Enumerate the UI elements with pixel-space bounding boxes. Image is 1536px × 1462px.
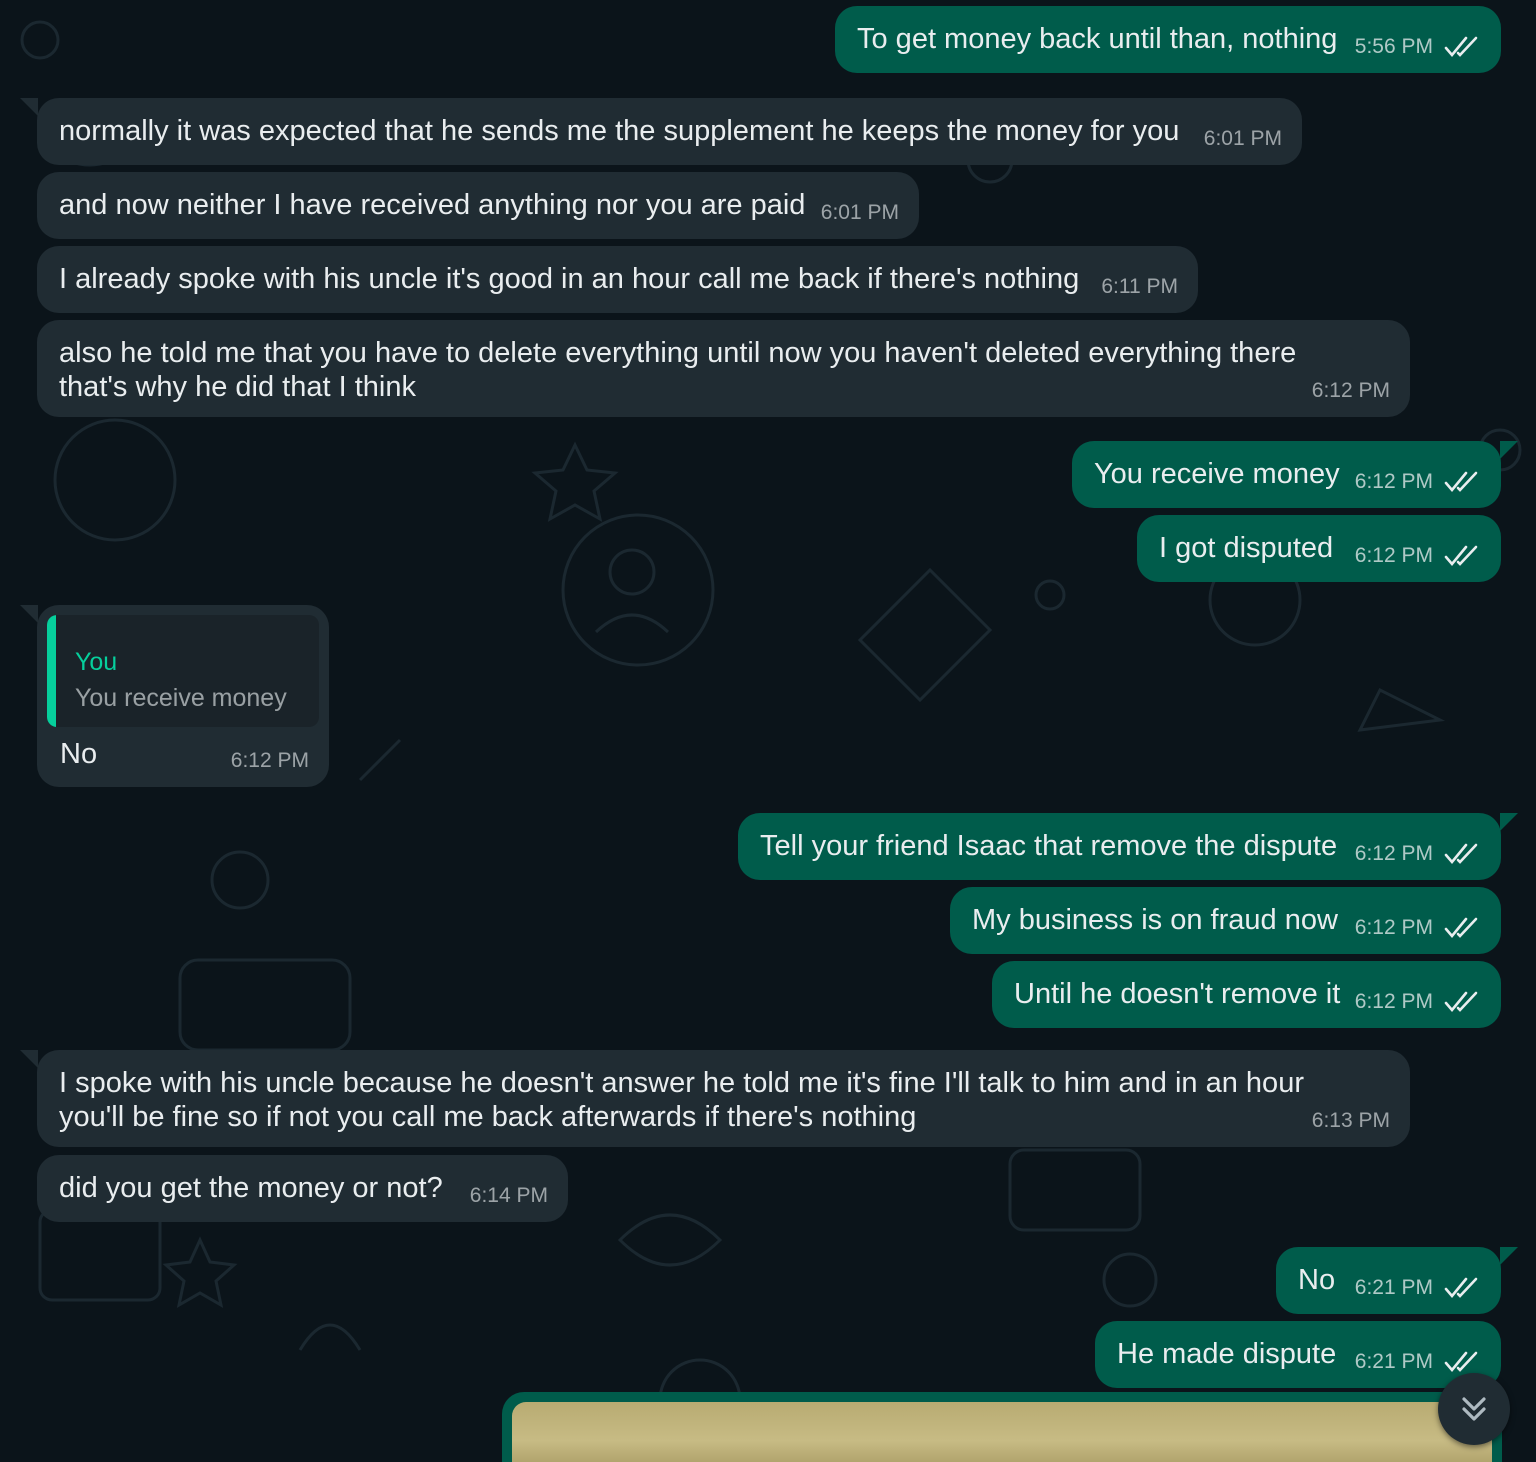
outgoing-message[interactable]: To get money back until than, nothing 5:… — [835, 6, 1501, 73]
message-time: 6:13 PM — [1311, 1109, 1390, 1132]
double-check-icon — [1444, 1277, 1478, 1299]
message-meta: 5:56 PM — [1355, 35, 1481, 59]
incoming-message[interactable]: also he told me that you have to delete … — [37, 320, 1410, 417]
message-time: 6:21 PM — [1354, 1350, 1433, 1373]
message-meta: 6:21 PM — [1355, 1350, 1481, 1374]
double-check-icon — [1444, 1351, 1478, 1373]
outgoing-message[interactable]: You receive money 6:12 PM — [1072, 441, 1501, 508]
double-check-icon — [1444, 917, 1478, 939]
message-time: 6:21 PM — [1354, 1276, 1433, 1299]
quote-author: You — [75, 648, 118, 676]
quote-text: You receive money — [75, 684, 287, 712]
incoming-message[interactable]: I spoke with his uncle because he doesn'… — [37, 1050, 1410, 1147]
message-meta: 6:01 PM — [821, 201, 899, 225]
bubble-tail — [1500, 1247, 1518, 1265]
bubble-tail — [1500, 441, 1518, 459]
message-meta: 6:13 PM — [1312, 1109, 1390, 1133]
message-time: 6:12 PM — [230, 749, 309, 772]
message-time: 6:01 PM — [1203, 127, 1282, 150]
message-meta: 6:11 PM — [1101, 275, 1178, 299]
message-time: 6:12 PM — [1354, 544, 1433, 567]
message-meta: 6:12 PM — [1355, 842, 1481, 866]
message-text: also he told me that you have to delete … — [59, 337, 1297, 403]
incoming-message[interactable]: normally it was expected that he sends m… — [37, 98, 1302, 165]
message-meta: 6:12 PM — [1355, 544, 1481, 568]
message-meta: 6:12 PM — [1355, 916, 1481, 940]
message-text: No — [60, 738, 98, 770]
message-time: 6:12 PM — [1354, 842, 1433, 865]
message-time: 6:14 PM — [469, 1184, 548, 1207]
outgoing-message[interactable]: Until he doesn't remove it 6:12 PM — [992, 961, 1501, 1028]
message-text: and now neither I have received anything… — [59, 189, 806, 221]
double-check-icon — [1444, 843, 1478, 865]
outgoing-message[interactable]: No 6:21 PM — [1276, 1247, 1501, 1314]
message-meta: 6:12 PM — [231, 749, 309, 773]
double-check-icon — [1444, 471, 1478, 493]
quote-accent-bar — [47, 615, 56, 727]
message-time: 6:12 PM — [1311, 379, 1390, 402]
chevrons-down-icon — [1462, 1397, 1486, 1421]
bubble-tail — [20, 605, 38, 623]
scroll-to-bottom-button[interactable] — [1438, 1373, 1510, 1445]
outgoing-message[interactable]: He made dispute 6:21 PM — [1095, 1321, 1501, 1388]
bubble-tail — [20, 98, 38, 116]
outgoing-message[interactable]: Tell your friend Isaac that remove the d… — [738, 813, 1501, 880]
message-time: 5:56 PM — [1354, 35, 1433, 58]
message-text: normally it was expected that he sends m… — [59, 115, 1180, 147]
message-time: 6:12 PM — [1354, 990, 1433, 1013]
incoming-reply-message[interactable]: You You receive money No 6:12 PM — [37, 605, 329, 787]
message-time: 6:01 PM — [820, 201, 899, 224]
outgoing-message[interactable]: My business is on fraud now 6:12 PM — [950, 887, 1501, 954]
message-meta: 6:01 PM — [1204, 127, 1282, 151]
incoming-message[interactable]: I already spoke with his uncle it's good… — [37, 246, 1198, 313]
image-preview[interactable] — [512, 1402, 1492, 1462]
chat-message-list: To get money back until than, nothing 5:… — [0, 0, 1536, 1462]
incoming-message[interactable]: and now neither I have received anything… — [37, 172, 919, 239]
message-time: 6:12 PM — [1354, 916, 1433, 939]
message-meta: 6:12 PM — [1355, 470, 1481, 494]
quoted-message[interactable]: You You receive money — [47, 615, 319, 727]
message-meta: 6:14 PM — [470, 1184, 548, 1208]
message-meta: 6:21 PM — [1355, 1276, 1481, 1300]
message-time: 6:11 PM — [1101, 275, 1178, 298]
message-time: 6:12 PM — [1354, 470, 1433, 493]
outgoing-image-message[interactable] — [502, 1392, 1502, 1462]
incoming-message[interactable]: did you get the money or not? 6:14 PM — [37, 1155, 568, 1222]
double-check-icon — [1444, 991, 1478, 1013]
bubble-tail — [1500, 813, 1518, 831]
bubble-tail — [20, 1050, 38, 1068]
outgoing-message[interactable]: I got disputed 6:12 PM — [1137, 515, 1501, 582]
double-check-icon — [1444, 36, 1478, 58]
message-text: I already spoke with his uncle it's good… — [59, 263, 1080, 295]
double-check-icon — [1444, 545, 1478, 567]
message-text: I spoke with his uncle because he doesn'… — [59, 1067, 1304, 1133]
message-meta: 6:12 PM — [1355, 990, 1481, 1014]
message-meta: 6:12 PM — [1312, 379, 1390, 403]
